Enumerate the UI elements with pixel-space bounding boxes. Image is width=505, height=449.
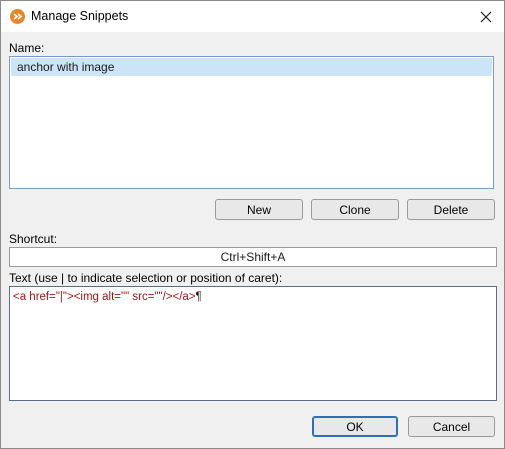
window-title: Manage Snippets (31, 9, 129, 23)
ok-button[interactable]: OK (312, 416, 398, 437)
shortcut-label: Shortcut: (9, 232, 58, 246)
new-button[interactable]: New (215, 199, 303, 220)
text-label: Text (use | to indicate selection or pos… (9, 271, 283, 285)
cancel-button[interactable]: Cancel (408, 416, 495, 437)
snippet-code-line: <a href="|"><img alt="" src=""/></a>¶ (13, 290, 202, 305)
close-button[interactable] (468, 1, 504, 32)
name-label: Name: (9, 41, 45, 55)
app-logo-icon (10, 9, 25, 24)
title-bar: Manage Snippets (1, 1, 504, 32)
shortcut-field[interactable]: Ctrl+Shift+A (9, 247, 497, 267)
list-item[interactable]: anchor with image (11, 58, 492, 76)
manage-snippets-dialog: Manage Snippets Name: anchor with image … (0, 0, 505, 449)
snippet-text: <a href="|"><img alt="" src=""/></a> (13, 291, 196, 303)
close-icon (480, 11, 492, 22)
delete-button[interactable]: Delete (407, 199, 495, 220)
clone-button[interactable]: Clone (311, 199, 399, 220)
snippet-name-list[interactable]: anchor with image (9, 56, 494, 189)
end-of-line-mark: ¶ (195, 291, 202, 303)
snippet-text-editor[interactable]: <a href="|"><img alt="" src=""/></a>¶ (9, 286, 497, 401)
